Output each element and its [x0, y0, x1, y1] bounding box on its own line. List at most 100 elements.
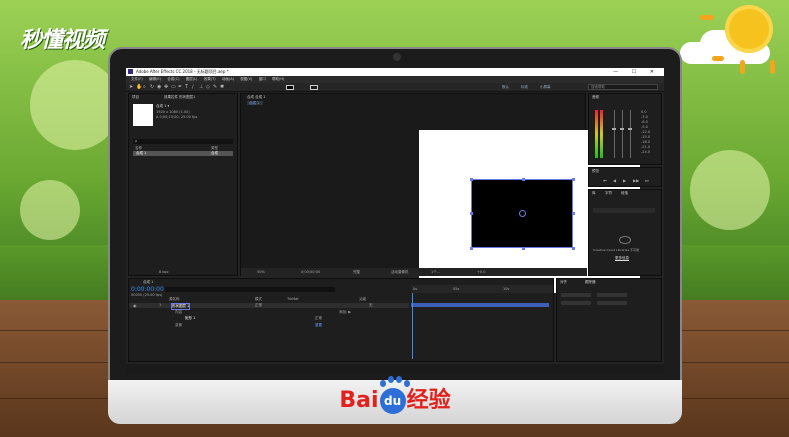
brush-tool-icon[interactable]: ∕ — [192, 85, 197, 90]
rotate-tool-icon[interactable]: ↻ — [150, 85, 155, 90]
tab-character[interactable]: 字符 — [605, 191, 612, 196]
transform-handle[interactable] — [572, 212, 575, 215]
camera-select[interactable]: 活动摄像机 — [391, 270, 409, 275]
anchor-point-icon[interactable] — [519, 210, 526, 217]
menu-edit[interactable]: 编辑(E) — [149, 77, 161, 82]
menu-animation[interactable]: 动画(A) — [222, 77, 234, 82]
audio-slider[interactable] — [614, 110, 615, 158]
timeline-search-input[interactable] — [165, 287, 335, 292]
transform-handle[interactable] — [470, 212, 473, 215]
audio-meter-right — [600, 110, 603, 158]
layer-name[interactable]: 形状图层 1 — [171, 303, 191, 310]
bokeh-light — [20, 180, 80, 240]
pan-tool-icon[interactable]: ✥ — [164, 85, 169, 90]
menu-composition[interactable]: 合成(C) — [167, 77, 179, 82]
preview-last-frame-button[interactable]: ⏭ — [645, 178, 649, 183]
timeline-current-time[interactable]: 0:00:00:00 — [131, 286, 164, 293]
menu-effect[interactable]: 效果(T) — [204, 77, 216, 82]
tab-preview[interactable]: 预览 — [592, 169, 599, 174]
bpc-label[interactable]: 8 bpc — [159, 270, 169, 274]
tab-project[interactable]: 项目 — [132, 95, 139, 100]
tab-align[interactable]: 对齐 — [560, 280, 567, 285]
workspace-standard[interactable]: 标准 — [521, 85, 528, 90]
transform-handle[interactable] — [522, 247, 525, 250]
menu-help[interactable]: 帮助(H) — [272, 77, 284, 82]
rectangle-mode-select[interactable]: 正常 — [315, 316, 322, 321]
preview-play-button[interactable]: ▶ — [623, 178, 626, 183]
transform-group[interactable]: 变换 — [175, 323, 182, 328]
align-buttons-row2[interactable] — [561, 301, 591, 305]
eraser-tool-icon[interactable]: ◇ — [206, 85, 211, 90]
hand-tool-icon[interactable]: ✋ — [136, 85, 142, 90]
comp-subtab[interactable]: 合成 1 — [247, 101, 263, 105]
distribute-buttons-row2[interactable] — [597, 301, 627, 305]
transform-handle[interactable] — [522, 178, 525, 181]
views-select[interactable]: 1个... — [431, 270, 440, 275]
audio-slider-knob[interactable] — [628, 128, 632, 130]
transform-handle[interactable] — [470, 247, 473, 250]
stamp-tool-icon[interactable]: ⊥ — [199, 85, 204, 90]
tab-audio[interactable]: 音频 — [592, 95, 599, 100]
layer-mode-select[interactable]: 正常 — [255, 303, 262, 308]
preview-first-frame-button[interactable]: ⏮ — [603, 178, 607, 183]
stroke-swatch[interactable] — [310, 85, 318, 90]
workspace-small-screen[interactable]: 小屏幕 — [540, 85, 551, 90]
rectangle-tool-icon[interactable]: ▭ — [171, 85, 176, 90]
exposure-offset[interactable]: +0.0 — [477, 270, 486, 274]
camera-tool-icon[interactable]: ◉ — [157, 85, 162, 90]
zoom-tool-icon[interactable]: ⌕ — [143, 85, 148, 90]
contents-group[interactable]: 内容 — [175, 310, 182, 315]
col-mode[interactable]: 模式 — [255, 297, 262, 302]
pen-tool-icon[interactable]: ✒ — [178, 85, 183, 90]
audio-level: -18.0 — [641, 140, 651, 144]
library-select[interactable] — [593, 208, 655, 213]
rectangle-group[interactable]: 矩形 1 — [185, 316, 195, 321]
menu-layer[interactable]: 图层(L) — [186, 77, 198, 82]
tab-effect-controls[interactable]: 效果控件 形状图层1 — [164, 95, 195, 100]
roto-tool-icon[interactable]: ✎ — [213, 85, 218, 90]
audio-slider[interactable] — [622, 110, 623, 158]
puppet-tool-icon[interactable]: ✱ — [220, 85, 225, 90]
quality-select[interactable]: 完整 — [353, 270, 360, 275]
transform-handle[interactable] — [470, 178, 473, 181]
tab-composition[interactable]: 合成 合成 1 — [247, 95, 265, 100]
audio-slider-knob[interactable] — [620, 128, 624, 130]
distribute-buttons[interactable] — [597, 293, 627, 297]
project-search-input[interactable]: ρ — [133, 139, 233, 144]
tab-timeline-comp[interactable]: 合成 1 — [143, 280, 153, 285]
transform-handle[interactable] — [572, 178, 575, 181]
menu-file[interactable]: 文件(F) — [131, 77, 143, 82]
zoom-level[interactable]: 50% — [257, 270, 265, 274]
reset-link[interactable]: 重置 — [315, 323, 322, 328]
tab-tracker[interactable]: 跟踪器 — [585, 280, 596, 285]
current-time[interactable]: 0;00;00;00 — [301, 270, 320, 274]
audio-slider[interactable] — [630, 110, 631, 158]
add-button[interactable]: 添加: ▶ — [339, 310, 351, 315]
time-ruler[interactable]: 0s 05s 10s — [411, 285, 553, 293]
more-info-link[interactable]: 更多信息 — [615, 256, 629, 261]
menu-window[interactable]: 窗口 — [259, 77, 266, 82]
preview-prev-frame-button[interactable]: ◀ — [613, 178, 616, 183]
layer-parent-select[interactable]: 无 — [369, 303, 373, 308]
col-trkmat[interactable]: TrkMat — [287, 297, 299, 301]
transform-handle[interactable] — [572, 247, 575, 250]
col-source-name[interactable]: 源名称 — [169, 297, 180, 302]
playhead[interactable] — [412, 293, 413, 359]
layer-duration-bar[interactable] — [411, 303, 549, 307]
align-buttons[interactable] — [561, 293, 591, 297]
preview-next-frame-button[interactable]: ▶▶ — [633, 178, 639, 183]
col-parent[interactable]: 父级 — [359, 297, 366, 302]
search-help-field[interactable]: 搜索帮助 — [588, 84, 658, 90]
project-item-row[interactable]: 合成 1 合成 — [133, 151, 233, 156]
menu-view[interactable]: 视图(V) — [240, 77, 252, 82]
text-tool-icon[interactable]: T — [185, 85, 190, 90]
tab-paragraph[interactable]: 段落 — [621, 191, 628, 196]
tab-libraries[interactable]: 库 — [592, 191, 596, 196]
eye-icon[interactable]: ◉ — [133, 303, 137, 308]
workspace-default[interactable]: 默认 — [502, 85, 509, 90]
selection-tool-icon[interactable]: ➤ — [129, 85, 134, 90]
audio-slider-knob[interactable] — [612, 128, 616, 130]
window-controls[interactable]: — ☐ ✕ — [613, 69, 660, 75]
fill-swatch[interactable] — [286, 85, 294, 90]
layer-row[interactable]: ◉ 1 形状图层 1 正常 无 — [129, 303, 409, 310]
